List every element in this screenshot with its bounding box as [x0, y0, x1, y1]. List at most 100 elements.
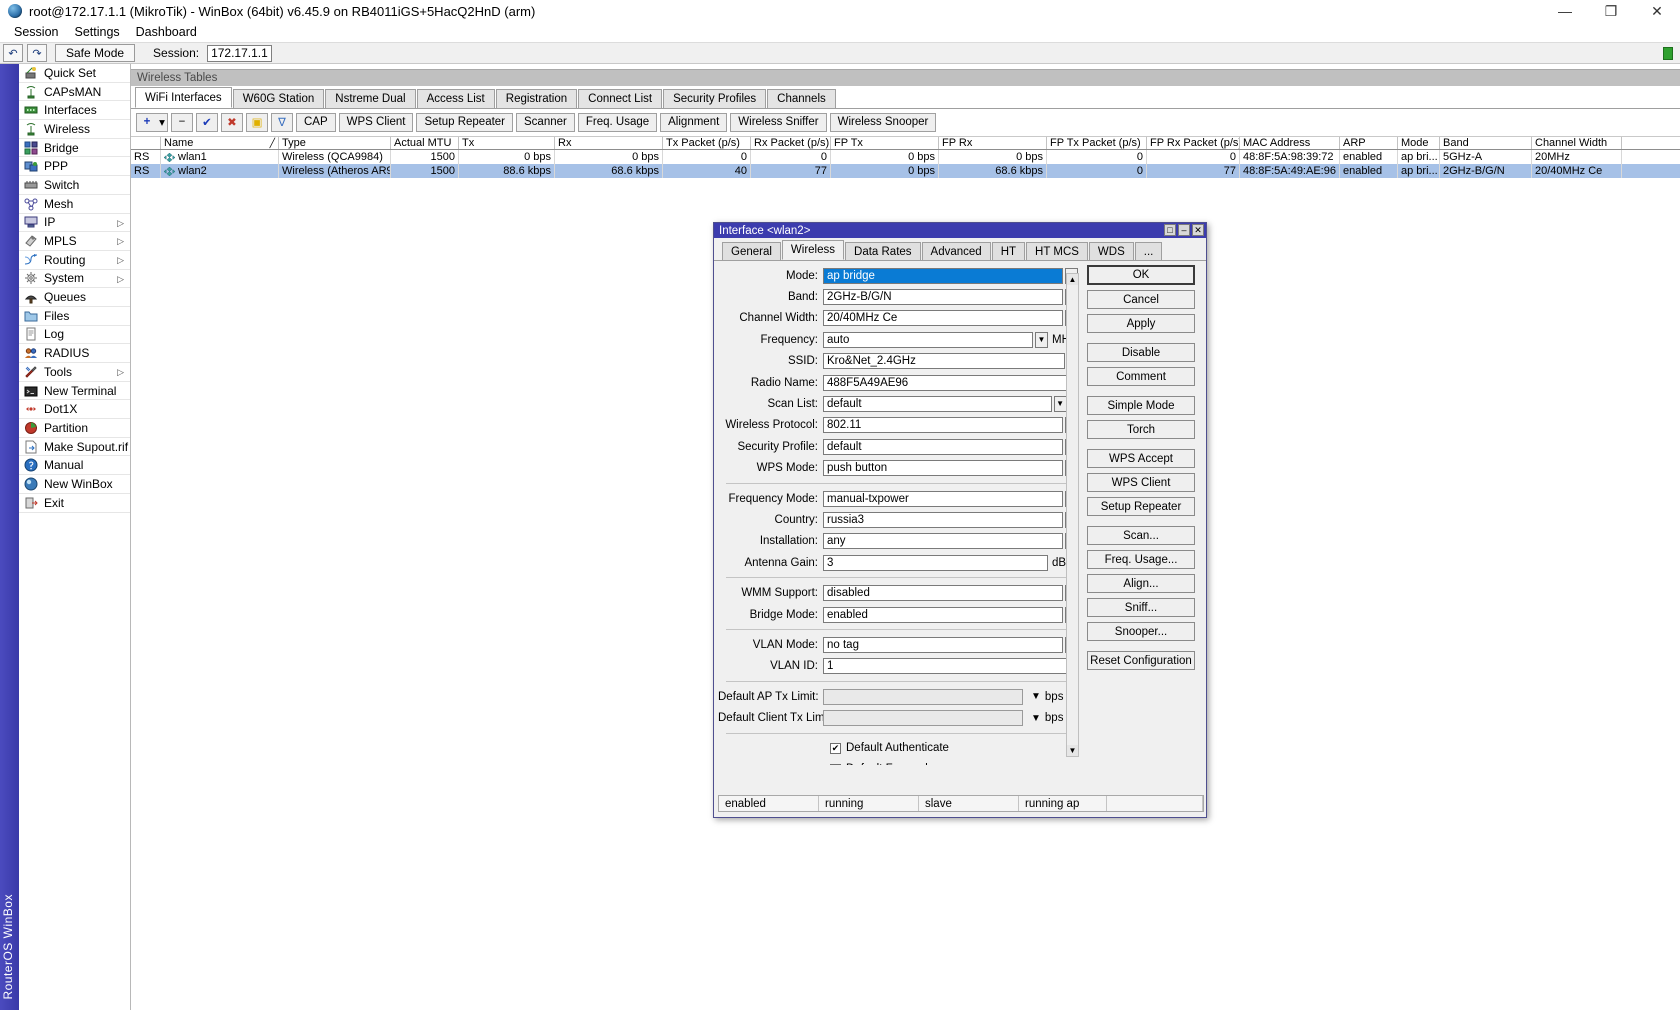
checkbox-icon[interactable]: ✔ [830, 742, 841, 754]
dialog-button-cancel[interactable]: Cancel [1087, 290, 1195, 309]
sidebar-item-capsman[interactable]: CAPsMAN [19, 82, 130, 102]
dialog-button-snooper[interactable]: Snooper... [1087, 622, 1195, 641]
input-mode[interactable]: ap bridge [823, 267, 1063, 284]
dialog-tab-[interactable]: ... [1134, 242, 1163, 260]
input-band[interactable]: 2GHz-B/G/N [823, 289, 1063, 306]
input-installation[interactable]: any [823, 533, 1063, 550]
dialog-tab-wds[interactable]: WDS [1088, 242, 1134, 260]
action-button-cap[interactable]: CAP [296, 112, 336, 132]
sidebar-item-files[interactable]: Files [19, 306, 130, 326]
dialog-button-freq-usage[interactable]: Freq. Usage... [1087, 550, 1195, 569]
tab-connect-list[interactable]: Connect List [578, 89, 663, 108]
icon-disable[interactable]: ✖ [221, 112, 243, 132]
dialog-restore-button[interactable]: □ [1164, 224, 1176, 236]
dialog-button-simple-mode[interactable]: Simple Mode [1087, 396, 1195, 415]
sidebar-item-new-terminal[interactable]: New Terminal [19, 381, 130, 401]
sidebar-item-system[interactable]: System ▷ [19, 269, 130, 289]
dialog-tab-data-rates[interactable]: Data Rates [845, 242, 921, 260]
sidebar-item-new-winbox[interactable]: New WinBox [19, 475, 130, 494]
icon-enable[interactable]: ✔ [196, 112, 218, 132]
dialog-button-ok[interactable]: OK [1087, 265, 1195, 285]
input-ssid[interactable]: Kro&Net_2.4GHz [823, 353, 1066, 370]
dialog-button-disable[interactable]: Disable [1087, 343, 1195, 362]
dialog-button-apply[interactable]: Apply [1087, 314, 1195, 333]
column-header-tx-packet-p-s[interactable]: Tx Packet (p/s) [663, 137, 751, 149]
action-button-alignment[interactable]: Alignment [660, 112, 728, 132]
input-wps-mode[interactable]: push button [823, 460, 1063, 477]
column-header-rx[interactable]: Rx [555, 137, 663, 149]
sidebar-item-interfaces[interactable]: Interfaces [19, 101, 130, 121]
dialog-scrollbar[interactable]: ▲ ▼ [1066, 273, 1079, 757]
sidebar-item-queues[interactable]: Queues [19, 288, 130, 307]
dialog-tab-general[interactable]: General [722, 242, 781, 260]
tab-security-profiles[interactable]: Security Profiles [663, 89, 767, 108]
column-header-mac-address[interactable]: MAC Address [1240, 137, 1340, 149]
tab-nstreme-dual[interactable]: Nstreme Dual [325, 89, 416, 108]
sidebar-item-dot1x[interactable]: Dot1X [19, 400, 130, 420]
sidebar-item-tools[interactable]: Tools ▷ [19, 363, 130, 382]
tab-wifi-interfaces[interactable]: WiFi Interfaces [135, 87, 232, 108]
dialog-tab-ht-mcs[interactable]: HT MCS [1026, 242, 1088, 260]
undo-icon[interactable]: ↶ [3, 44, 23, 62]
redo-icon[interactable]: ↷ [27, 44, 47, 62]
action-button-wireless-sniffer[interactable]: Wireless Sniffer [730, 112, 827, 132]
column-header-band[interactable]: Band [1440, 137, 1532, 149]
dialog-tab-wireless[interactable]: Wireless [781, 240, 845, 260]
column-header-fp-rx[interactable]: FP Rx [939, 137, 1047, 149]
dialog-tab-ht[interactable]: HT [991, 242, 1026, 260]
input-default-ap-tx-limit[interactable] [823, 688, 1023, 705]
column-header-fp-tx-packet-p-s[interactable]: FP Tx Packet (p/s) [1047, 137, 1147, 149]
sidebar-item-mpls[interactable]: MPLS ▷ [19, 232, 130, 251]
menu-item-dashboard[interactable]: Dashboard [128, 23, 205, 41]
session-input[interactable]: 172.17.1.1 [207, 44, 272, 62]
sidebar-item-switch[interactable]: Switch [19, 176, 130, 195]
dialog-button-wps-accept[interactable]: WPS Accept [1087, 449, 1195, 468]
menu-item-session[interactable]: Session [6, 23, 66, 41]
dialog-button-sniff[interactable]: Sniff... [1087, 598, 1195, 617]
action-button-freq-usage[interactable]: Freq. Usage [577, 112, 658, 132]
column-header-fp-rx-packet-p-s[interactable]: FP Rx Packet (p/s) [1147, 137, 1240, 149]
dialog-button-wps-client[interactable]: WPS Client [1087, 473, 1195, 492]
column-header-mode[interactable]: Mode [1398, 137, 1440, 149]
menu-item-settings[interactable]: Settings [66, 23, 127, 41]
checkbox-row-default-authenticate[interactable]: ✔ Default Authenticate [718, 738, 1078, 759]
input-vlan-mode[interactable]: no tag [823, 636, 1063, 653]
dialog-close-button[interactable]: ✕ [1192, 224, 1204, 236]
tab-access-list[interactable]: Access List [416, 89, 495, 108]
input-vlan-id[interactable]: 1 [823, 658, 1078, 675]
dialog-button-scan[interactable]: Scan... [1087, 526, 1195, 545]
maximize-button[interactable]: ❐ [1588, 0, 1634, 22]
sidebar-item-quick-set[interactable]: Quick Set [19, 64, 130, 83]
sidebar-item-ip[interactable]: IP ▷ [19, 213, 130, 233]
icon-comment[interactable]: ▣ [246, 112, 268, 132]
input-country[interactable]: russia3 [823, 511, 1063, 528]
action-button-scanner[interactable]: Scanner [516, 112, 575, 132]
column-header-fp-tx[interactable]: FP Tx [831, 137, 939, 149]
column-header-flags[interactable] [131, 137, 161, 149]
column-header-channel-width[interactable]: Channel Width [1532, 137, 1622, 149]
input-wmm-support[interactable]: disabled [823, 585, 1063, 602]
input-wireless-protocol[interactable]: 802.11 [823, 417, 1063, 434]
column-header-type[interactable]: Type [279, 137, 391, 149]
column-header-arp[interactable]: ARP [1340, 137, 1398, 149]
input-antenna-gain[interactable]: 3 [823, 554, 1048, 571]
sidebar-item-log[interactable]: Log [19, 325, 130, 345]
scroll-down-icon[interactable]: ▼ [1067, 745, 1078, 756]
column-header-actual-mtu[interactable]: Actual MTU [391, 137, 459, 149]
chevron-down-icon[interactable]: ▼ [1031, 713, 1041, 724]
table-row[interactable]: RS wlan2 Wireless (Atheros AR9... 1500 88.6 … [131, 164, 1680, 178]
chevron-down-icon[interactable]: ▼ [1031, 691, 1041, 702]
column-header-tx[interactable]: Tx [459, 137, 555, 149]
sidebar-item-manual[interactable]: Manual [19, 456, 130, 476]
column-header-name[interactable]: Name ╱ [161, 137, 279, 149]
dialog-button-align[interactable]: Align... [1087, 574, 1195, 593]
icon-filter[interactable]: ∇ [271, 112, 293, 132]
checkbox-row-default-forward[interactable]: ✔ Default Forward [718, 759, 1078, 765]
input-bridge-mode[interactable]: enabled [823, 606, 1063, 623]
column-header-rx-packet-p-s[interactable]: Rx Packet (p/s) [751, 137, 831, 149]
dialog-button-setup-repeater[interactable]: Setup Repeater [1087, 497, 1195, 516]
chevron-down-icon[interactable]: ▾ [157, 112, 168, 132]
sidebar-item-partition[interactable]: Partition [19, 419, 130, 438]
close-button[interactable]: ✕ [1634, 0, 1680, 22]
dialog-minimize-button[interactable]: – [1178, 224, 1190, 236]
